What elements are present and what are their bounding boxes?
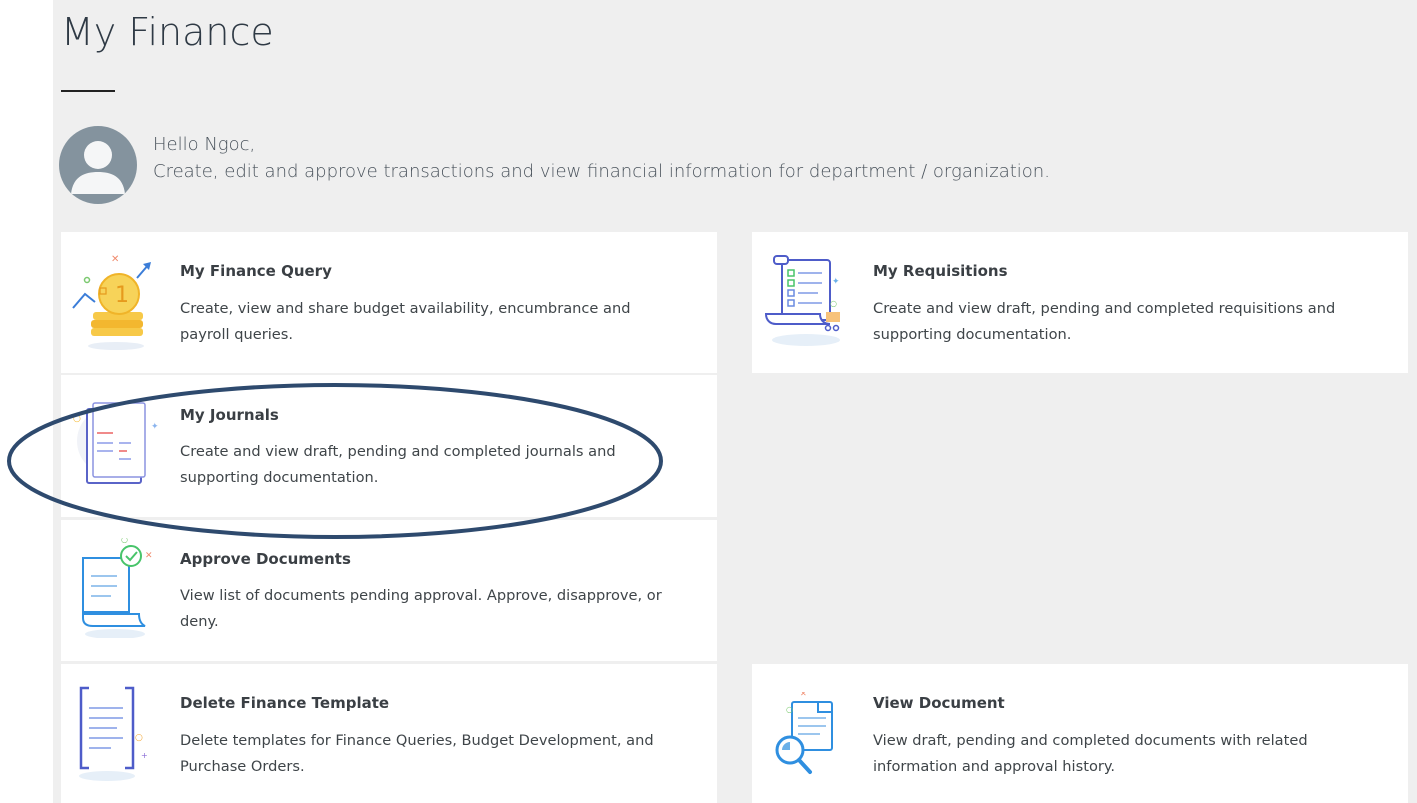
svg-text:○: ○ xyxy=(830,299,837,308)
document-check-icon: ○ ✕ xyxy=(82,538,153,638)
document-magnifier-icon: ✕ ○ xyxy=(775,692,833,774)
tile-view-document[interactable]: ✕ ○ View Document View draft, pending an… xyxy=(752,664,1408,803)
template-document-icon: ○ + xyxy=(79,686,148,781)
svg-text:✕: ✕ xyxy=(111,254,119,265)
avatar xyxy=(59,126,137,204)
svg-text:1: 1 xyxy=(115,283,129,308)
svg-text:✕: ✕ xyxy=(800,692,807,698)
title-underline xyxy=(61,90,115,92)
tile-description: Create and view draft, pending and compl… xyxy=(180,439,616,491)
tile-description: View draft, pending and completed docume… xyxy=(873,728,1308,780)
tile-description: View list of documents pending approval.… xyxy=(180,583,662,635)
tile-approve-documents[interactable]: ○ ✕ Approve Documents View list of docum… xyxy=(61,520,717,661)
svg-text:✦: ✦ xyxy=(832,277,840,287)
greeting-block: Hello Ngoc, Create, edit and approve tra… xyxy=(153,131,1050,185)
tile-title: Approve Documents xyxy=(180,550,351,568)
svg-text:✦: ✦ xyxy=(151,422,159,432)
svg-text:✕: ✕ xyxy=(145,551,153,561)
tile-description-line: View list of documents pending approval.… xyxy=(180,587,662,604)
tile-delete-finance-template[interactable]: ○ + Delete Finance Template Delete templ… xyxy=(61,664,717,803)
tile-title: View Document xyxy=(873,694,1005,712)
page-title: My Finance xyxy=(61,10,274,54)
tile-description-line: View draft, pending and completed docume… xyxy=(873,732,1308,749)
tile-my-journals[interactable]: ○ ✦ My Journals Create and view draft, p… xyxy=(61,375,717,517)
svg-text:+: + xyxy=(141,751,148,760)
tile-title: My Requisitions xyxy=(873,262,1008,280)
tile-description: Delete templates for Finance Queries, Bu… xyxy=(180,728,654,780)
tile-description-line: information and approval history. xyxy=(873,758,1116,775)
tile-description-line: Create and view draft, pending and compl… xyxy=(180,443,616,460)
tile-description-line: Purchase Orders. xyxy=(180,758,305,775)
tile-description-line: supporting documentation. xyxy=(873,326,1072,343)
journal-book-icon: ○ ✦ xyxy=(73,402,159,484)
svg-text:○: ○ xyxy=(121,538,128,544)
requisition-list-icon: ✦ ○ xyxy=(764,255,840,346)
tile-description-line: Create, view and share budget availabili… xyxy=(180,300,631,317)
tile-description-line: supporting documentation. xyxy=(180,469,379,486)
tile-description: Create, view and share budget availabili… xyxy=(180,296,631,348)
greeting-text: Hello Ngoc, xyxy=(153,134,256,155)
tile-title: Delete Finance Template xyxy=(180,694,390,712)
tile-description-line: Delete templates for Finance Queries, Bu… xyxy=(180,732,654,749)
tile-description: Create and view draft, pending and compl… xyxy=(873,296,1335,348)
tile-title: My Journals xyxy=(180,406,279,424)
tile-description-line: Create and view draft, pending and compl… xyxy=(873,300,1336,317)
tile-description-line: payroll queries. xyxy=(180,326,293,343)
tile-my-requisitions[interactable]: ✦ ○ My Requisitions Create and view draf… xyxy=(752,232,1408,373)
svg-text:○: ○ xyxy=(73,414,81,424)
tile-description-line: deny. xyxy=(180,613,219,630)
tile-title: My Finance Query xyxy=(180,262,332,280)
gold-coins-icon: 1 ✕ xyxy=(72,254,151,350)
tile-my-finance-query[interactable]: 1 ✕ My Finance Query Create, view and sh… xyxy=(61,232,717,373)
svg-text:○: ○ xyxy=(786,705,793,714)
svg-text:○: ○ xyxy=(135,733,143,743)
intro-text: Create, edit and approve transactions an… xyxy=(153,161,1050,182)
